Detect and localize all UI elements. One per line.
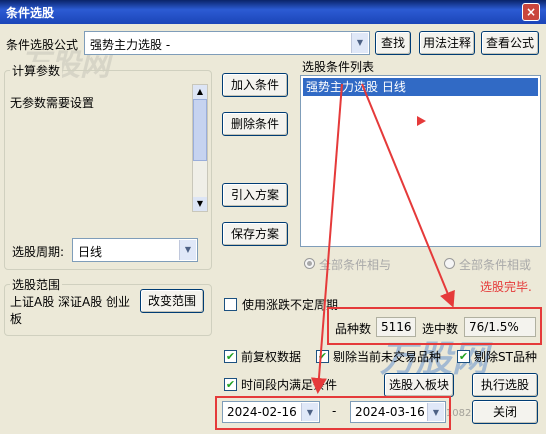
annotation-arrows bbox=[310, 83, 455, 394]
arrow-to-results bbox=[361, 83, 455, 308]
arrow-to-dates bbox=[310, 83, 343, 394]
